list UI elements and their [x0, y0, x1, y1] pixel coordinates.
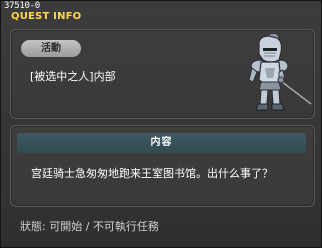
quest-status: 狀態: 可開始 / 不可執行任務 [20, 220, 159, 233]
quest-content-panel: 内容 宫廷骑士急匆匆地跑来王室图书馆。出什么事了？ [10, 125, 315, 207]
title-bar[interactable]: 37510-0 QUEST INFO [1, 1, 321, 25]
content-header: 内容 [17, 133, 306, 153]
quest-id: 37510-0 [4, 1, 40, 11]
category-badge: 活動 [21, 40, 81, 57]
knight-npc-icon [248, 32, 312, 111]
quest-description: 宫廷骑士急匆匆地跑来王室图书馆。出什么事了？ [31, 167, 273, 180]
quest-summary-panel: 活動 [被选中之人]内部 [10, 29, 315, 119]
quest-info-window: 37510-0 QUEST INFO 活動 [被选中之人]内部 内容 宫廷骑士急… [0, 0, 322, 248]
quest-name: [被选中之人]内部 [30, 70, 116, 83]
window-title: QUEST INFO [11, 11, 82, 22]
